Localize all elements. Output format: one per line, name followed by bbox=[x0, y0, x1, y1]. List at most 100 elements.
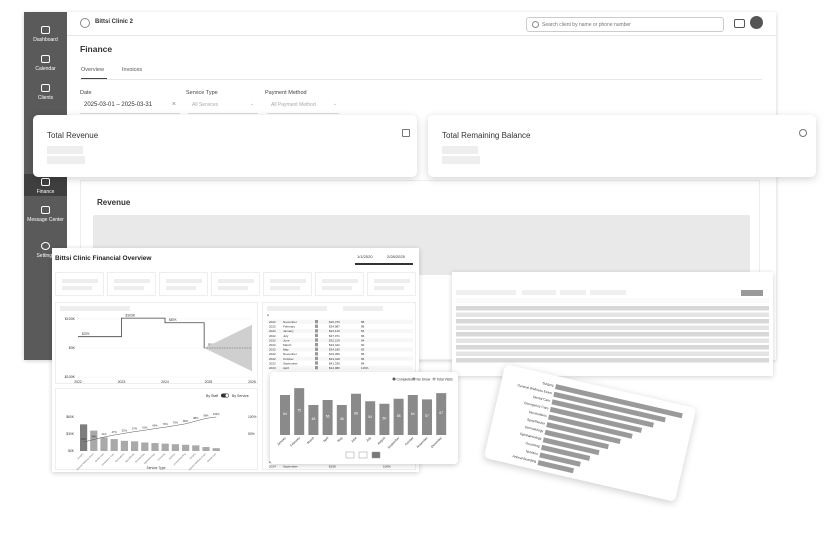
pagination-button bbox=[371, 451, 381, 459]
cumulative-label: 88% bbox=[193, 416, 199, 420]
revenue-series-line bbox=[78, 317, 205, 348]
kpi-card bbox=[263, 272, 312, 296]
tab-overview[interactable]: Overview bbox=[81, 67, 104, 73]
message-icon bbox=[41, 206, 50, 214]
row-month: September bbox=[283, 361, 298, 365]
month-label: March bbox=[306, 436, 315, 445]
row-year: 2022 bbox=[269, 334, 276, 338]
bank-icon bbox=[402, 129, 410, 137]
service-type-select[interactable]: All Services ⌄ bbox=[188, 98, 258, 114]
toggle-by-staff-label: By Staff bbox=[206, 394, 218, 398]
page-title: Finance bbox=[80, 44, 113, 54]
service-filter-label: Service Type bbox=[186, 90, 218, 96]
y-tick-label: -$100K bbox=[64, 375, 76, 379]
category-label: Dental Care bbox=[207, 452, 218, 463]
filter-skeleton bbox=[590, 290, 626, 295]
row-count: 100% bbox=[383, 465, 391, 469]
kpi-card bbox=[55, 272, 104, 296]
monthly-visits-chart: Completed No Show Total Visits 64 January 75 F… bbox=[276, 377, 453, 459]
table-row bbox=[456, 358, 769, 363]
total-revenue-card: Total Revenue bbox=[33, 115, 417, 177]
bar-value-label: 75 bbox=[297, 409, 301, 413]
export-button bbox=[741, 290, 763, 296]
table-row bbox=[456, 325, 769, 330]
legend-swatch bbox=[392, 377, 396, 381]
service-label: Nutrition bbox=[526, 449, 539, 456]
table-row bbox=[456, 306, 769, 311]
sidebar-item-dashboard[interactable]: Dashboard bbox=[24, 26, 67, 43]
y-tick-label: $100K bbox=[65, 317, 76, 321]
value-skeleton bbox=[47, 156, 85, 164]
category-label: Dental Care bbox=[94, 452, 105, 463]
clear-icon[interactable]: × bbox=[172, 101, 176, 108]
payment-method-select[interactable]: All Payment Method ⌄ bbox=[267, 98, 339, 114]
month-label: May bbox=[337, 436, 344, 443]
row-month: November bbox=[283, 320, 297, 324]
row-count: 86 bbox=[361, 352, 365, 356]
sidebar-item-message-center[interactable]: Message Center bbox=[24, 206, 67, 223]
x-axis-label: Service Type bbox=[147, 466, 166, 470]
table-header bbox=[456, 298, 769, 303]
service-pareto-chart: By Staff By Service $60K $30K $0K 100% 50% 26% S… bbox=[66, 393, 257, 471]
bar-value-label: 50 bbox=[383, 416, 387, 420]
cumulative-label: 70% bbox=[163, 422, 169, 426]
overview-date-range[interactable]: 1/1/2020 2/28/2025 bbox=[353, 251, 414, 266]
search-input[interactable] bbox=[542, 21, 717, 29]
table-row bbox=[456, 351, 769, 356]
sidebar-item-label: Finance bbox=[36, 189, 55, 195]
row-amount: $34,180 bbox=[329, 348, 340, 352]
sidebar-item-clients[interactable]: Clients bbox=[24, 84, 67, 101]
row-count: 86 bbox=[361, 357, 365, 361]
revenue-line-chart: $100K $0K -$100K2022 2023 2024 2025 2026 $37K $1… bbox=[60, 306, 256, 384]
search-icon bbox=[532, 21, 539, 28]
row-year: 2022 bbox=[269, 348, 276, 352]
pagination-button bbox=[345, 451, 355, 459]
row-amount: $34,987 bbox=[329, 325, 340, 329]
tab-invoices[interactable]: Invoices bbox=[122, 67, 142, 73]
row-amount: $14,980 bbox=[329, 366, 340, 370]
row-year: 2022 bbox=[269, 357, 276, 361]
chat-icon[interactable] bbox=[734, 19, 745, 28]
y-tick-label: $0K bbox=[68, 449, 75, 453]
cumulative-label: 47% bbox=[112, 430, 118, 434]
filter-skeleton bbox=[560, 290, 586, 295]
table-header: A bbox=[267, 313, 269, 317]
sidebar-item-finance[interactable]: Finance bbox=[24, 174, 67, 196]
top-bar: Bittsi Clinic 2 bbox=[67, 12, 776, 36]
date-range-field[interactable]: 2025-03-01 – 2025-03-31 × bbox=[80, 98, 180, 114]
row-bar bbox=[315, 356, 318, 361]
row-amount: $10,376 bbox=[329, 320, 340, 324]
service-pareto-card: By Staff By Service $60K $30K $0K 100% 50% 26% S… bbox=[55, 388, 258, 471]
cumulative-label: 52% bbox=[122, 428, 128, 432]
total-remaining-balance-card: Total Remaining Balance bbox=[428, 115, 816, 177]
legend-swatch bbox=[432, 377, 436, 381]
legend-swatch bbox=[412, 377, 416, 381]
category-label: Surgery bbox=[77, 452, 85, 460]
category-label: Surgery bbox=[189, 452, 197, 460]
row-count: 60 bbox=[361, 343, 365, 347]
category-label: Vaccinations bbox=[114, 452, 125, 463]
search-box[interactable] bbox=[526, 17, 724, 32]
bar-value-label: 56 bbox=[326, 415, 330, 419]
kpi-card bbox=[211, 272, 260, 296]
date-filter-label: Date bbox=[80, 90, 92, 96]
kpi-card bbox=[315, 272, 364, 296]
row-count: 116% bbox=[361, 366, 369, 370]
row-amount: $158 bbox=[329, 465, 336, 469]
bar-value-label: 66 bbox=[354, 411, 358, 415]
row-month: November bbox=[283, 352, 297, 356]
invoices-table bbox=[456, 290, 769, 363]
row-year: 2022 bbox=[269, 325, 276, 329]
cumulative-label: 34% bbox=[91, 434, 97, 438]
date-slider[interactable] bbox=[355, 263, 413, 265]
row-amount: $23,448 bbox=[329, 357, 340, 361]
sidebar-item-calendar[interactable]: Calendar bbox=[24, 55, 67, 72]
avatar[interactable] bbox=[750, 16, 763, 29]
revenue-title: Revenue bbox=[97, 198, 131, 207]
row-amount: $37,071 bbox=[329, 334, 340, 338]
category-label: Ophthalmology bbox=[143, 452, 156, 465]
month-label: November bbox=[416, 436, 429, 449]
pareto-bar bbox=[161, 443, 169, 451]
row-count: 94 bbox=[361, 338, 365, 342]
monthly-visits-card: Completed No Show Total Visits 64 January 75 F… bbox=[270, 372, 458, 464]
